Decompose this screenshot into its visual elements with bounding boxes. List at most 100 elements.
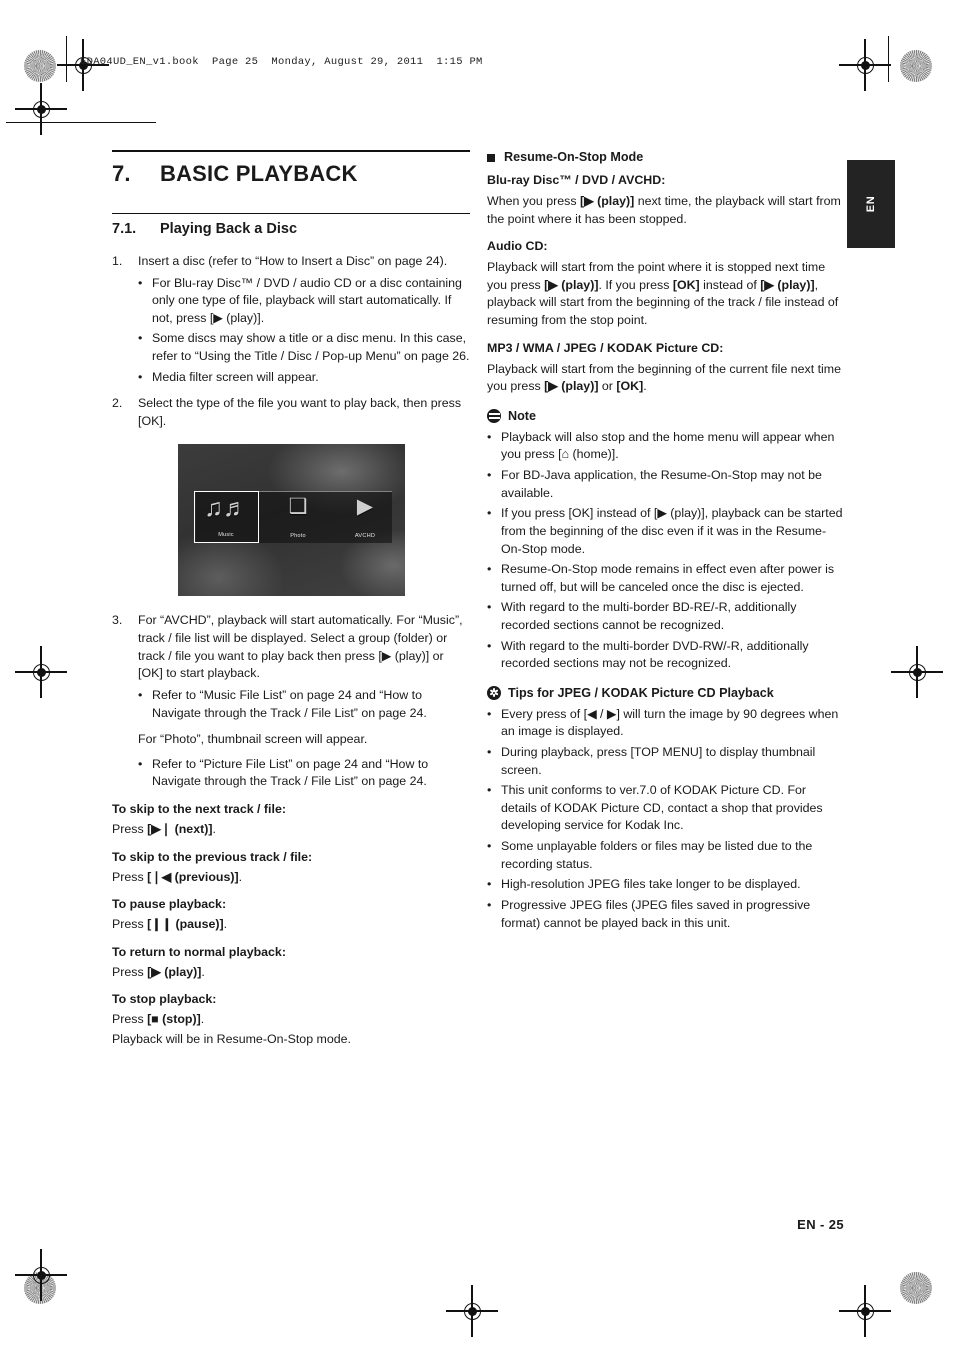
photo-frame-icon: ❑ [288,495,308,519]
list-item: Some unplayable folders or files may be … [487,838,845,873]
bullet-text: For BD-Java application, the Resume-On-S… [501,468,822,500]
chapter-heading: 7. BASIC PLAYBACK [112,150,470,187]
press-suffix: . [212,821,216,836]
group-body-text: Playback will start from the beginning o… [487,361,841,394]
halftone-circle-bottom-right [900,1272,932,1304]
resume-on-stop-block-heading: Resume-On-Stop Mode [487,150,845,164]
bullet-text: During playback, press [TOP MENU] to dis… [501,745,816,777]
registration-mark-mid-right [891,646,943,698]
key-label: [▶ (play)] [544,379,599,394]
tips-title: Tips for JPEG / KODAK Picture CD Playbac… [508,685,774,700]
group-audio-cd: Audio CD: Playback will start from the p… [487,239,845,329]
page-footer: EN - 25 [797,1217,844,1232]
media-tile-music[interactable]: ♫♬ Music [193,491,259,544]
key-label: [■ (stop)] [147,1012,201,1027]
press-suffix: . [200,1012,205,1027]
bullet-text: With regard to the multi-border BD-RE/-R… [501,600,797,632]
bullet-text: Playback will also stop and the home men… [501,429,835,462]
key-label: [❙❙ (pause)] [147,917,224,932]
group-heading: MP3 / WMA / JPEG / KODAK Picture CD: [487,340,724,355]
operation-heading: To skip to the previous track / file: [112,849,313,864]
list-item: During playback, press [TOP MENU] to dis… [487,744,845,779]
operation-resume: To return to normal playback: Press [▶ (… [112,945,470,982]
key-label: [❘◀ (previous)] [147,869,239,884]
press-prefix: Press [112,869,148,884]
media-tile-avchd[interactable]: ▶ AVCHD [333,491,398,543]
press-prefix: Press [112,1012,148,1027]
bullet-text: Refer to “Music File List” on page 24 an… [152,687,427,720]
registration-mark-bottom-center [446,1285,498,1337]
step-text: Select the type of the file you want to … [138,396,462,428]
bullet-text: Some unplayable folders or files may be … [501,839,813,871]
operation-heading: To stop playback: [112,992,217,1007]
tips-icon [487,685,501,700]
note-title: Note [508,408,536,423]
square-bullet-icon [487,154,495,162]
media-tile-photo[interactable]: ❑ Photo [266,491,331,543]
operation-heading: To skip to the next track / file: [112,801,286,816]
section-title: Playing Back a Disc [160,221,298,237]
list-item: High-resolution JPEG files take longer t… [487,876,845,894]
list-item: This unit conforms to ver.7.0 of KODAK P… [487,782,845,835]
list-item: For BD-Java application, the Resume-On-S… [487,467,845,502]
halftone-circle-top-left [24,50,56,82]
list-item: With regard to the multi-border BD-RE/-R… [487,599,845,634]
list-item: Refer to “Picture File List” on page 24 … [138,756,470,791]
list-item: Every press of [◀ / ▶] will turn the ima… [487,706,845,741]
bullet-text: High-resolution JPEG files take longer t… [501,877,801,892]
list-item: For Blu-ray Disc™ / DVD / audio CD or a … [138,275,470,328]
bullet-text: Progressive JPEG files (JPEG files saved… [501,897,811,930]
list-item: With regard to the multi-border DVD-RW/-… [487,638,845,673]
bullet-text: Some discs may show a title or a disc me… [152,331,470,364]
bullet-text: Every press of [◀ / ▶] will turn the ima… [501,706,839,739]
list-item: Resume-On-Stop mode remains in effect ev… [487,561,845,596]
step-text: Insert a disc (refer to “How to Insert a… [138,254,448,268]
step-number: 1. [112,254,123,268]
list-item: Progressive JPEG files (JPEG files saved… [487,897,845,932]
step-1-bullets: For Blu-ray Disc™ / DVD / audio CD or a … [138,275,470,387]
media-filter-screen: ♫♬ Music ❑ Photo ▶ AVCHD [177,444,405,597]
press-prefix: Press [112,821,148,836]
language-side-tab-label: EN [864,195,877,213]
key-label: [OK] [616,379,644,394]
list-item: Media filter screen will appear. [138,369,470,387]
group-body-text: . [643,379,647,394]
note-icon [487,408,501,423]
halftone-circle-top-right [900,50,932,82]
list-item: If you press [OK] instead of [▶ (play)],… [487,505,845,558]
procedure-list-continued: 3. For “AVCHD”, playback will start auto… [112,612,470,726]
press-prefix: Press [112,917,148,932]
key-label: [▶❘ (next)] [147,821,213,836]
left-column: 7. BASIC PLAYBACK 7.1. Playing Back a Di… [112,150,470,1056]
list-item: Playback will also stop and the home men… [487,429,845,464]
procedure-step-1: 1. Insert a disc (refer to “How to Inser… [112,253,470,390]
note-bullet-list: Playback will also stop and the home men… [487,429,845,673]
operation-previous: To skip to the previous track / file: Pr… [112,850,470,887]
photo-bullets: Refer to “Picture File List” on page 24 … [138,756,470,791]
block-title: Resume-On-Stop Mode [504,150,644,164]
section-heading: 7.1. Playing Back a Disc [112,213,470,237]
crop-line-right [888,36,889,82]
crop-line-left [66,36,67,82]
bullet-text: This unit conforms to ver.7.0 of KODAK P… [501,783,823,833]
bullet-text: Media filter screen will appear. [152,369,319,384]
step-3-bullets: Refer to “Music File List” on page 24 an… [138,687,470,722]
operation-heading: To pause playback: [112,897,227,912]
language-side-tab: EN [847,160,895,248]
key-label: [▶ (play)] [544,277,599,292]
photo-note-text: For “Photo”, thumbnail screen will appea… [138,732,368,747]
press-suffix: . [201,964,205,979]
chapter-title: BASIC PLAYBACK [160,161,358,186]
bullet-text: With regard to the multi-border DVD-RW/-… [501,638,809,671]
group-heading: Blu-ray Disc™ / DVD / AVCHD: [487,173,666,187]
chapter-number: 7. [112,161,131,186]
media-tile-label: Music [218,532,234,539]
registration-mark-mid-left [15,646,67,698]
key-label: [▶ (play)] [760,277,815,292]
operation-stop: To stop playback: Press [■ (stop)]. Play… [112,992,470,1048]
media-tile-label: Photo [290,533,306,540]
key-label: [OK] [672,277,700,292]
group-bluray-dvd-avchd: Blu-ray Disc™ / DVD / AVCHD: When you pr… [487,173,845,228]
procedure-step-3: 3. For “AVCHD”, playback will start auto… [112,612,470,726]
print-file-header: EDA04UD_EN_v1.book Page 25 Monday, Augus… [80,56,483,68]
